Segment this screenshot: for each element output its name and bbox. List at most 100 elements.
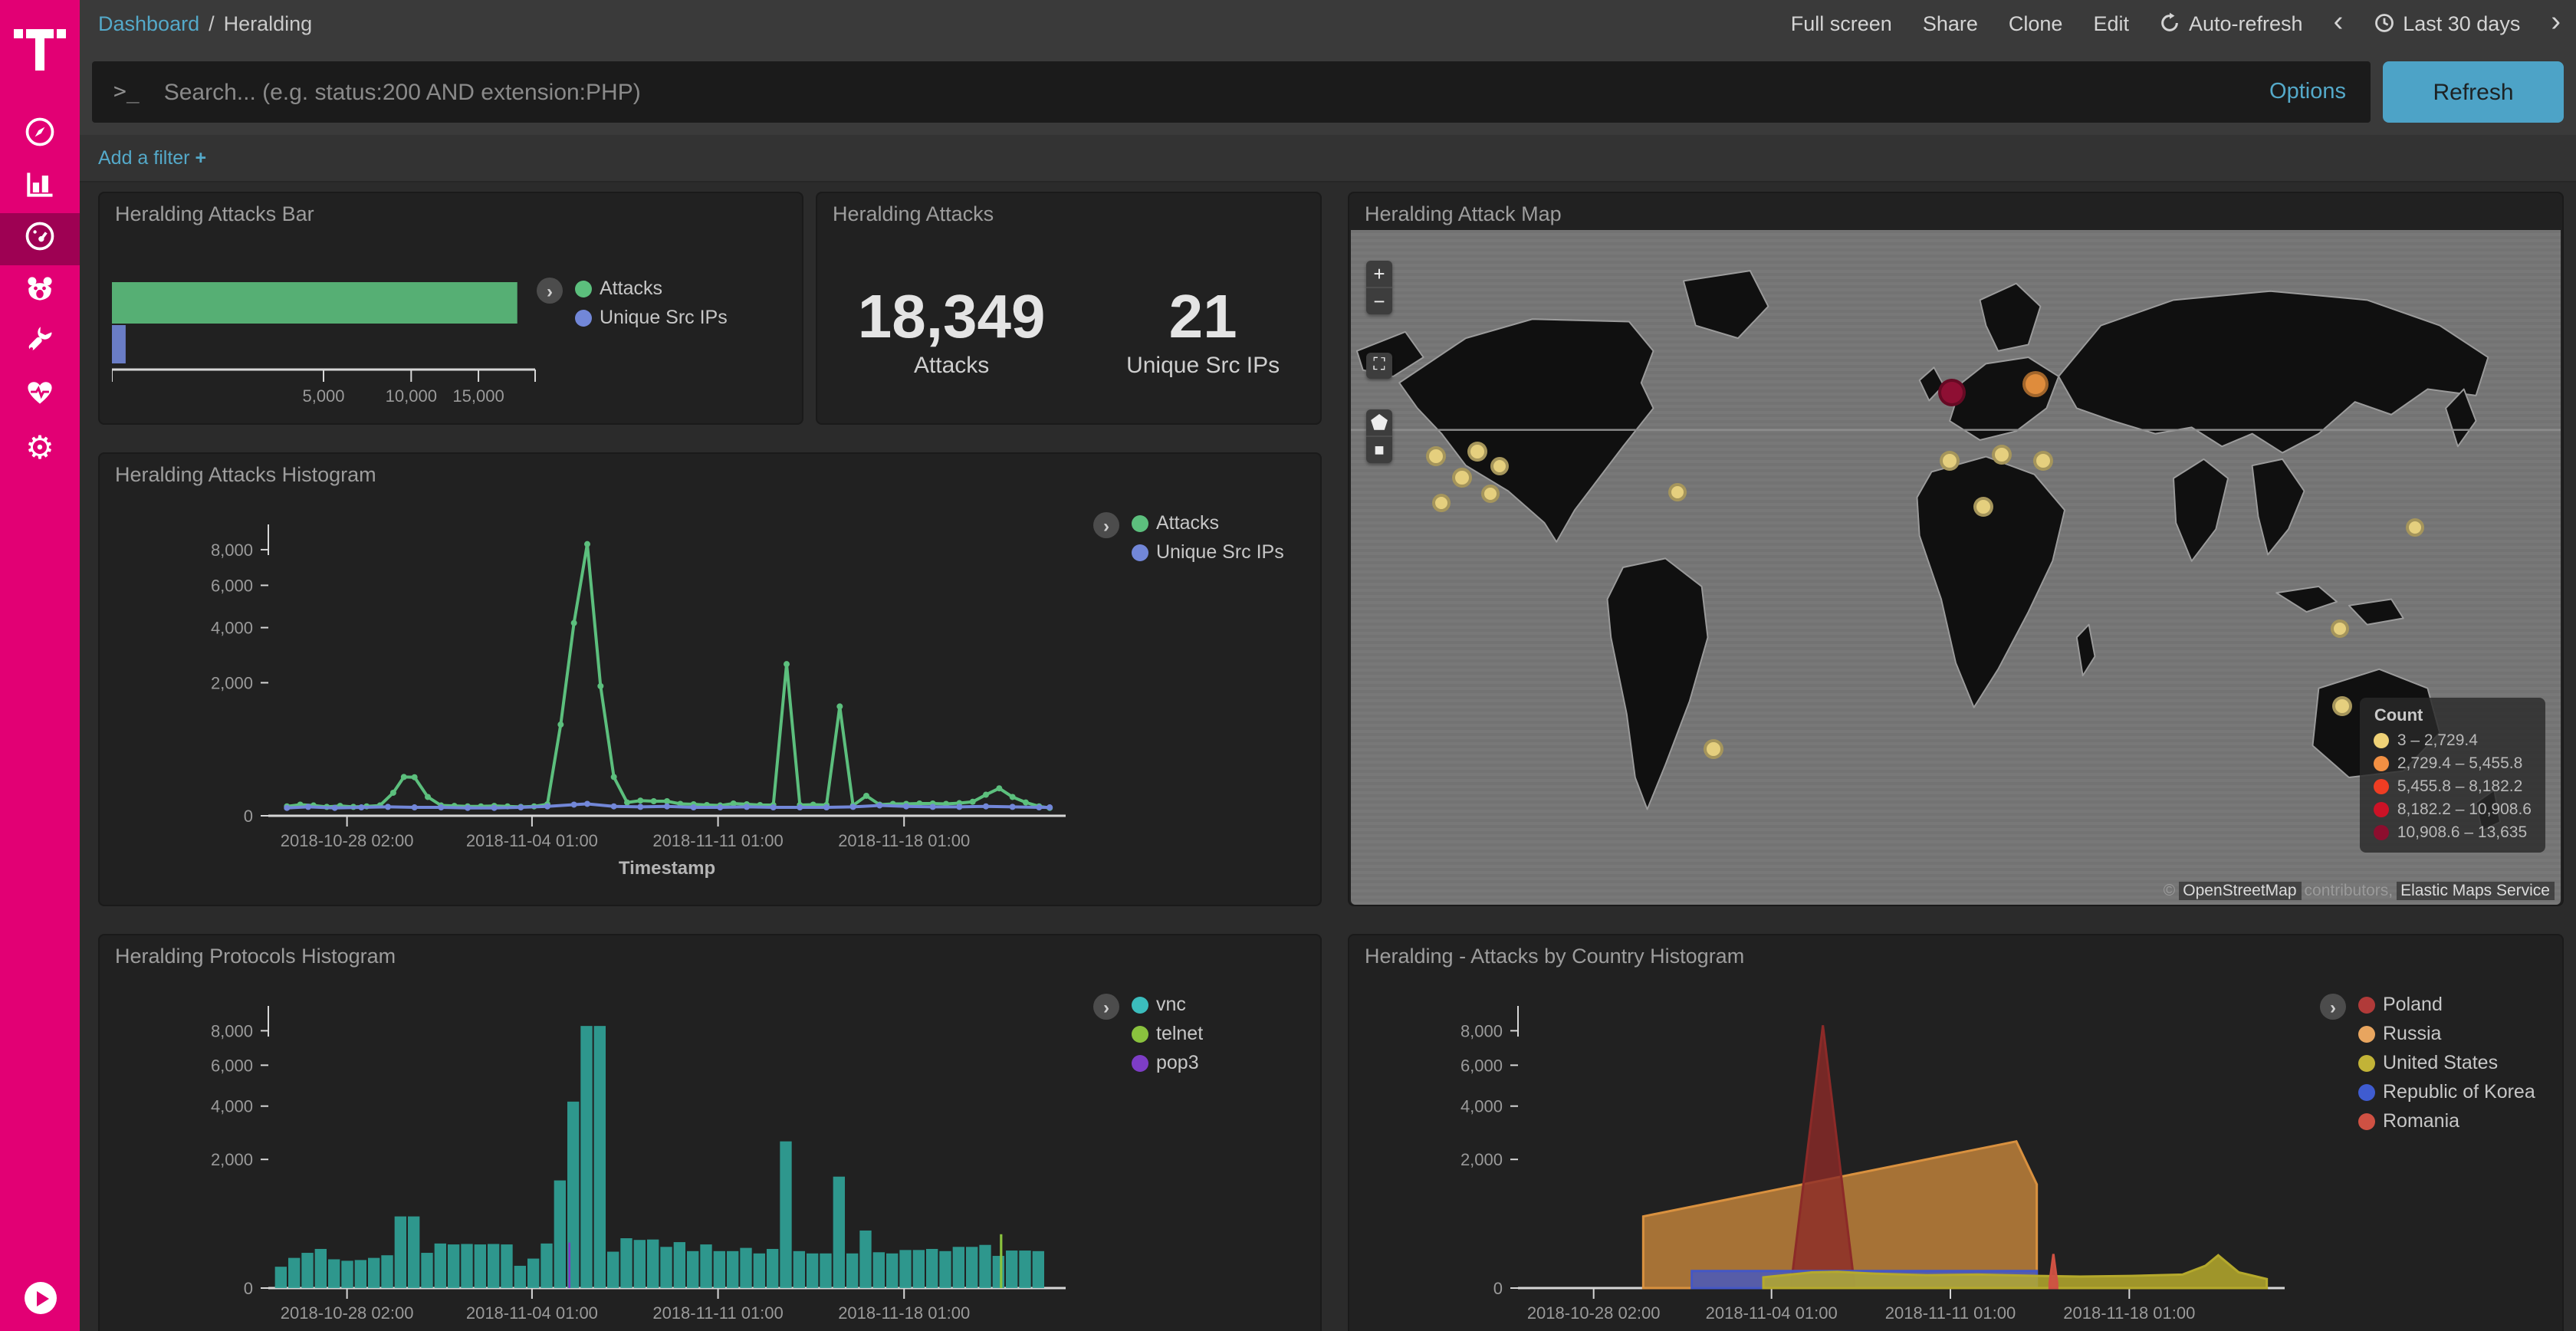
legend-item[interactable]: Romania bbox=[2358, 1110, 2535, 1132]
auto-refresh-button[interactable]: Auto-refresh bbox=[2160, 12, 2303, 35]
breadcrumb-separator: / bbox=[209, 12, 215, 35]
panel-country-histogram: Heralding - Attacks by Country Histogram… bbox=[1348, 934, 2564, 1331]
map-attack-dot[interactable] bbox=[2033, 450, 2053, 470]
metric-label: Attacks bbox=[858, 353, 1046, 379]
search-box: >_ Options bbox=[92, 61, 2371, 123]
refresh-button[interactable]: Refresh bbox=[2383, 61, 2564, 123]
time-prev-button[interactable]: ‹ bbox=[2334, 12, 2344, 34]
attacks-bar-chart[interactable]: 5,000 10,000 15,000 bbox=[112, 236, 664, 420]
svg-text:Timestamp: Timestamp bbox=[619, 858, 715, 879]
time-range-picker[interactable]: Last 30 days bbox=[2374, 12, 2520, 35]
sidebar-item-discover[interactable] bbox=[0, 109, 80, 161]
svg-text:2018-10-28 02:00: 2018-10-28 02:00 bbox=[281, 831, 414, 850]
legend-item[interactable]: Attacks bbox=[1132, 512, 1284, 534]
map-attack-dot[interactable] bbox=[1992, 445, 2012, 465]
add-filter-link[interactable]: Add a filter + bbox=[98, 147, 206, 169]
legend-toggle-icon[interactable]: › bbox=[1093, 994, 1119, 1020]
legend-color-dot bbox=[1132, 514, 1148, 531]
map-attack-dot[interactable] bbox=[1668, 482, 1687, 501]
legend-item[interactable]: Attacks bbox=[575, 278, 728, 299]
world-map[interactable]: + − ⛶ ⬟ ■ Count 3 – 2,729.4 2,729.4 – 5,… bbox=[1351, 230, 2561, 905]
zoom-in-button[interactable]: + bbox=[1366, 261, 1392, 287]
map-attack-dot[interactable] bbox=[1432, 494, 1451, 512]
copyright-symbol: © bbox=[2160, 882, 2179, 900]
map-attack-dot[interactable] bbox=[2330, 619, 2348, 637]
legend-list: Poland Russia United States Republic of … bbox=[2358, 994, 2535, 1132]
bear-icon bbox=[23, 271, 57, 312]
svg-text:2,000: 2,000 bbox=[211, 1150, 253, 1169]
legend-color-dot bbox=[2374, 802, 2390, 817]
legend-toggle-icon[interactable]: › bbox=[2320, 994, 2346, 1020]
query-bar: >_ Options Refresh bbox=[80, 46, 2576, 135]
legend-item: 8,182.2 – 10,908.6 bbox=[2374, 800, 2532, 819]
legend-toggle-icon[interactable]: › bbox=[1093, 512, 1119, 538]
bar-chart-icon bbox=[23, 166, 57, 208]
plus-icon: + bbox=[196, 147, 207, 169]
svg-text:2,000: 2,000 bbox=[1460, 1150, 1503, 1169]
map-attack-dot[interactable] bbox=[2022, 371, 2049, 397]
clone-button[interactable]: Clone bbox=[2009, 12, 2063, 35]
svg-text:6,000: 6,000 bbox=[211, 576, 253, 595]
legend-item: 2,729.4 – 5,455.8 bbox=[2374, 754, 2532, 773]
sidebar-item-devtools[interactable] bbox=[0, 317, 80, 370]
map-attack-dot[interactable] bbox=[1425, 446, 1445, 466]
share-button[interactable]: Share bbox=[1923, 12, 1978, 35]
svg-text:10,000: 10,000 bbox=[386, 386, 437, 406]
legend-item[interactable]: pop3 bbox=[1132, 1052, 1203, 1073]
query-options-link[interactable]: Options bbox=[2269, 80, 2346, 104]
time-next-button[interactable]: › bbox=[2551, 12, 2561, 34]
query-prompt-icon: >_ bbox=[113, 80, 140, 104]
contributors-text: contributors, bbox=[2302, 882, 2397, 900]
osm-link[interactable]: OpenStreetMap bbox=[2178, 882, 2301, 900]
ems-link[interactable]: Elastic Maps Service bbox=[2396, 882, 2555, 900]
sidebar-item-visualize[interactable] bbox=[0, 161, 80, 213]
metric-value: 18,349 bbox=[858, 285, 1046, 350]
legend-item[interactable]: Russia bbox=[2358, 1023, 2535, 1044]
legend-item[interactable]: vnc bbox=[1132, 994, 1203, 1015]
collapse-nav-button[interactable] bbox=[25, 1282, 57, 1314]
svg-text:2,000: 2,000 bbox=[211, 673, 253, 692]
draw-rectangle-icon[interactable]: ■ bbox=[1366, 435, 1392, 463]
legend-item[interactable]: Poland bbox=[2358, 994, 2535, 1015]
svg-text:2018-11-18 01:00: 2018-11-18 01:00 bbox=[2063, 1303, 2195, 1323]
panel-attacks-metric: Heralding Attacks 18,349 Attacks 21 Uniq… bbox=[816, 192, 1322, 425]
legend-item[interactable]: Unique Src IPs bbox=[575, 307, 728, 328]
legend-item[interactable]: United States bbox=[2358, 1052, 2535, 1073]
legend-item[interactable]: Unique Src IPs bbox=[1132, 541, 1284, 563]
legend-list: 3 – 2,729.4 2,729.4 – 5,455.8 5,455.8 – … bbox=[2374, 731, 2532, 842]
draw-polygon-icon[interactable]: ⬟ bbox=[1366, 409, 1392, 435]
breadcrumb-current: Heralding bbox=[224, 12, 313, 35]
breadcrumb: Dashboard / Heralding bbox=[98, 12, 312, 35]
search-input[interactable] bbox=[161, 77, 2269, 107]
svg-text:8,000: 8,000 bbox=[211, 541, 253, 560]
svg-text:4,000: 4,000 bbox=[211, 1097, 253, 1116]
sidebar-item-management[interactable]: ⚙ bbox=[0, 422, 80, 474]
map-attack-dot[interactable] bbox=[1490, 457, 1509, 475]
legend-list: Attacks Unique Src IPs bbox=[1132, 512, 1284, 563]
legend-item[interactable]: Republic of Korea bbox=[2358, 1081, 2535, 1103]
svg-text:5,000: 5,000 bbox=[302, 386, 344, 406]
panel-protocols-histogram: Heralding Protocols Histogram 02,0004,00… bbox=[98, 934, 1322, 1331]
svg-text:2018-11-04 01:00: 2018-11-04 01:00 bbox=[466, 1303, 598, 1323]
svg-text:6,000: 6,000 bbox=[211, 1056, 253, 1075]
legend-item: 5,455.8 – 8,182.2 bbox=[2374, 777, 2532, 796]
full-screen-button[interactable]: Full screen bbox=[1791, 12, 1892, 35]
map-attack-dot[interactable] bbox=[1973, 497, 1993, 517]
sidebar-item-tpot[interactable] bbox=[0, 265, 80, 317]
map-attack-dot[interactable] bbox=[1938, 378, 1966, 406]
svg-text:2018-10-28 02:00: 2018-10-28 02:00 bbox=[1527, 1303, 1661, 1323]
map-attack-dot[interactable] bbox=[1940, 450, 1960, 470]
legend-color-dot bbox=[2374, 779, 2390, 794]
fit-bounds-icon[interactable]: ⛶ bbox=[1366, 353, 1392, 379]
legend-toggle-icon[interactable]: › bbox=[537, 278, 563, 304]
breadcrumb-dashboard-link[interactable]: Dashboard bbox=[98, 12, 199, 35]
edit-button[interactable]: Edit bbox=[2093, 12, 2129, 35]
sidebar-item-dashboard[interactable] bbox=[0, 213, 80, 265]
zoom-out-button[interactable]: − bbox=[1366, 287, 1392, 314]
svg-text:2018-11-11 01:00: 2018-11-11 01:00 bbox=[1885, 1303, 2016, 1323]
svg-text:15,000: 15,000 bbox=[452, 386, 504, 406]
panel-title: Heralding - Attacks by Country Histogram bbox=[1365, 945, 1744, 968]
sidebar-item-monitoring[interactable] bbox=[0, 370, 80, 422]
legend-color-dot bbox=[1132, 544, 1148, 560]
legend-item[interactable]: telnet bbox=[1132, 1023, 1203, 1044]
